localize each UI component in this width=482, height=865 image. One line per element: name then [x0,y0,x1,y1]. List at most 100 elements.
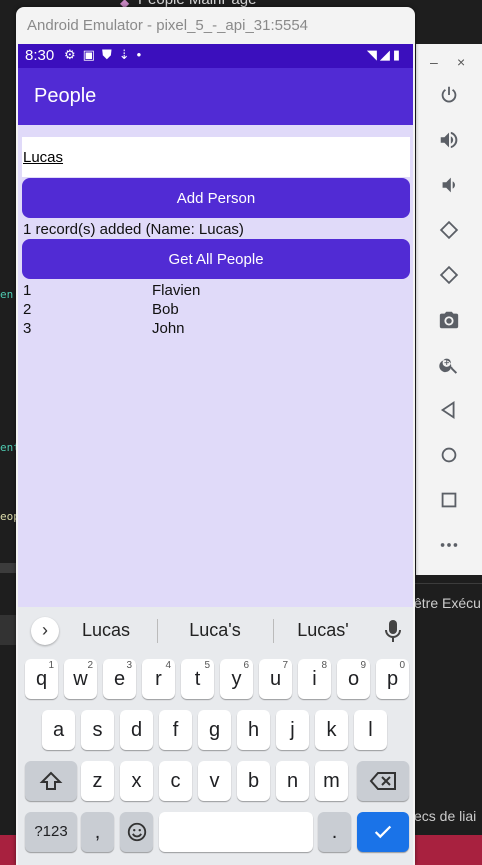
emulator-title: Android Emulator - pixel_5_-_api_31:5554 [27,17,309,34]
key-label: q [35,668,48,690]
key-label: y [231,668,242,690]
key[interactable]: h [237,710,270,750]
key-hint: 0 [399,660,405,671]
key[interactable]: e3 [103,659,136,699]
key-label: w [73,668,88,690]
key-hint: 2 [87,660,93,671]
key[interactable]: b [237,761,270,801]
comma-key[interactable]: , [81,812,114,852]
key[interactable]: g [198,710,231,750]
device-screen: 8:30 ⚙▣⛊⇣• ◥◢▮ People Add Person 1 recor… [18,44,413,865]
ide-code-fragment: en [0,288,14,301]
status-message: 1 record(s) added (Name: Lucas) [23,221,244,238]
key[interactable]: n [276,761,309,801]
android-status-bar: 8:30 ⚙▣⛊⇣• ◥◢▮ [18,44,413,68]
emulator-window: Android Emulator - pixel_5_-_api_31:5554… [16,7,415,865]
key-label: r [155,668,162,690]
more-icon[interactable] [436,534,462,560]
app-bar: People [18,68,413,125]
period-key[interactable]: . [318,812,351,852]
home-icon[interactable] [436,444,462,470]
back-icon[interactable] [436,399,462,425]
key[interactable]: m [315,761,348,801]
rotate-left-icon[interactable] [436,219,462,245]
soft-keyboard: › Lucas Luca's Lucas' q1 w2 e3 r4 t5 y6 … [18,607,413,865]
key[interactable]: a [42,710,75,750]
list-item[interactable]: 1 Flavien [23,282,403,301]
key[interactable]: w2 [64,659,97,699]
person-id: 2 [23,301,32,318]
person-id: 1 [23,282,32,299]
key-hint: 3 [126,660,132,671]
notification-icons: ⚙▣⛊⇣• [64,47,148,63]
backspace-key[interactable] [357,761,409,801]
space-key[interactable] [159,812,313,852]
key[interactable]: k [315,710,348,750]
key-label: p [386,668,399,690]
minimize-icon[interactable]: – [430,54,438,70]
key[interactable]: p0 [376,659,409,699]
suggestion-item[interactable]: Luca's [165,620,265,641]
key[interactable]: r4 [142,659,175,699]
key[interactable]: c [159,761,192,801]
key-label: t [194,668,201,690]
suggestion-item[interactable]: Lucas [56,620,156,641]
key[interactable]: u7 [259,659,292,699]
enter-key[interactable] [357,812,409,852]
zoom-icon[interactable] [436,354,462,380]
key[interactable]: f [159,710,192,750]
key-hint: 4 [165,660,171,671]
key-label: o [347,668,360,690]
name-input[interactable] [22,137,410,177]
key[interactable]: t5 [181,659,214,699]
list-item[interactable]: 3 John [23,320,403,339]
a-icon: ▣ [82,47,102,62]
key[interactable]: q1 [25,659,58,699]
list-item[interactable]: 2 Bob [23,301,403,320]
mic-icon[interactable] [383,618,403,644]
get-all-people-button[interactable]: Get All People [22,239,410,279]
ide-output-text: être Exécu [414,595,481,611]
rotate-right-icon[interactable] [436,264,462,290]
page-title: People [34,85,97,107]
signal-icon: ◢ [379,47,393,62]
suggestion-item[interactable]: Lucas' [273,620,373,641]
volume-up-icon[interactable] [436,129,462,155]
divider [157,619,158,643]
volume-down-icon[interactable] [436,174,462,200]
ide-scrollbar[interactable] [0,563,16,573]
key[interactable]: y6 [220,659,253,699]
key[interactable]: s [81,710,114,750]
download-icon: ⇣ [118,47,137,62]
ide-panel-edge [0,615,16,645]
emoji-key[interactable] [120,812,153,852]
battery-icon: ▮ [392,47,403,62]
key[interactable]: i8 [298,659,331,699]
wifi-icon: ◥ [366,47,380,62]
shift-key[interactable] [25,761,77,801]
system-icons: ◥◢▮ [367,47,403,63]
key[interactable]: x [120,761,153,801]
add-person-button[interactable]: Add Person [22,178,410,218]
chevron-right-icon[interactable]: › [31,617,59,645]
symbols-key[interactable]: ?123 [25,812,77,852]
shield-icon: ⛊ [101,47,119,62]
key[interactable]: d [120,710,153,750]
key[interactable]: j [276,710,309,750]
key-label: u [269,668,282,690]
overview-icon[interactable] [436,489,462,515]
key[interactable]: v [198,761,231,801]
dot-icon: • [136,47,149,62]
backspace-icon [369,772,396,790]
person-id: 3 [23,320,32,337]
key-hint: 1 [48,660,54,671]
key-hint: 6 [243,660,249,671]
emulator-side-panel: – × [416,44,482,575]
key-label: i [312,668,317,690]
key[interactable]: l [354,710,387,750]
key[interactable]: o9 [337,659,370,699]
close-icon[interactable]: × [457,54,465,70]
key[interactable]: z [81,761,114,801]
power-icon[interactable] [436,84,462,110]
camera-icon[interactable] [436,309,462,335]
